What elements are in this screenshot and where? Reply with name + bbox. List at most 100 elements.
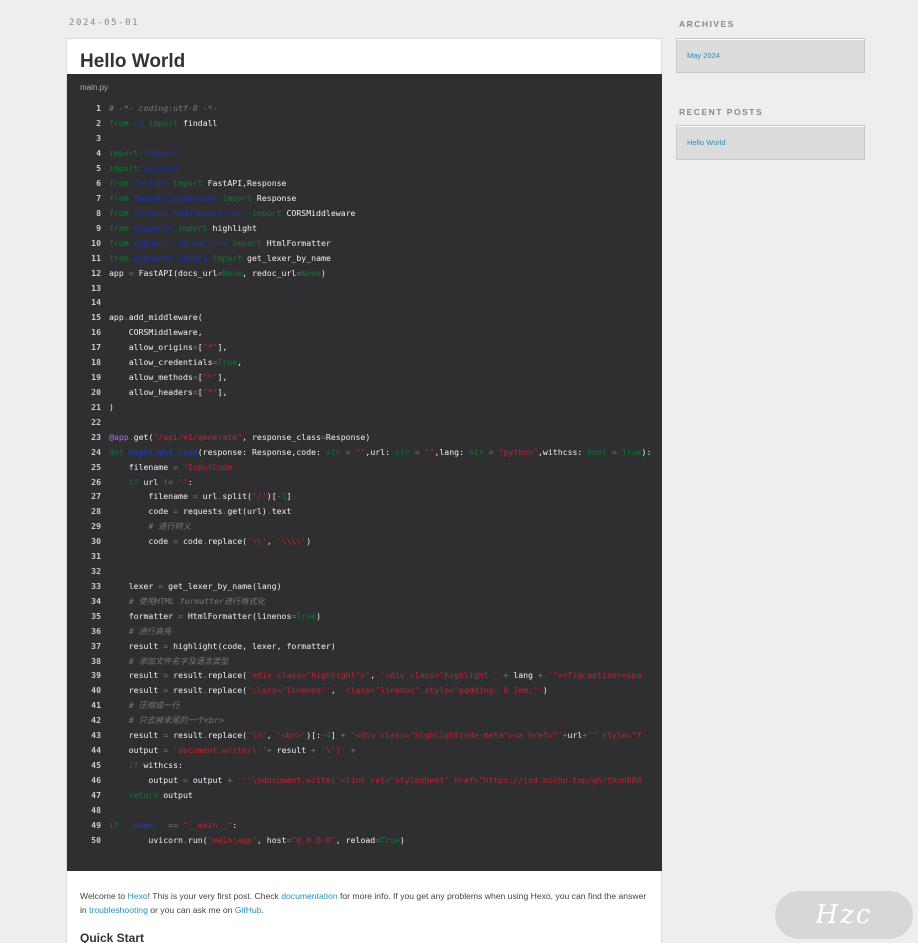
- code-text: @app.get("/api/v1/generate", response_cl…: [101, 432, 370, 442]
- code-token: get_lexer_by_name(lang): [163, 580, 282, 591]
- code-token: # 进行转义: [148, 521, 192, 532]
- code-text: result = highlight(code, lexer, formatte…: [101, 641, 336, 651]
- code-line: 26 if url != "":: [67, 474, 662, 489]
- line-number: 11: [91, 252, 101, 263]
- code-token: replace(: [207, 685, 248, 696]
- code-token: FastAPI,Response: [202, 178, 287, 189]
- archive-link-may-2024[interactable]: May 2024: [687, 51, 720, 60]
- troubleshooting-link[interactable]: troubleshooting: [89, 905, 148, 915]
- line-number: 25: [91, 461, 101, 472]
- code-text: filename = 'InputCode': [101, 462, 238, 472]
- code-token: from: [109, 178, 129, 189]
- code-token: url: [138, 476, 164, 487]
- code-token: lexer: [109, 580, 159, 591]
- post-title[interactable]: Hello World: [80, 51, 185, 73]
- code-text: app.add_middleware(: [101, 312, 203, 322]
- code-token: from: [109, 192, 129, 203]
- code-text: filename = url.split('/')[-1]: [101, 491, 291, 501]
- line-number: 24: [91, 446, 101, 457]
- recent-post-link-hello-world[interactable]: Hello World: [687, 138, 726, 147]
- line-number: 32: [91, 566, 101, 577]
- code-token: import: [173, 178, 203, 189]
- code-token: lang: [508, 670, 538, 681]
- code-token: ,withcss:: [538, 446, 588, 457]
- code-text: # 添加文件名字及语言类型: [101, 655, 229, 667]
- line-number: 33: [91, 580, 101, 591]
- code-token: re: [133, 118, 144, 129]
- code-token: import: [232, 237, 262, 248]
- code-token: , response_class: [242, 431, 321, 442]
- line-number: 39: [91, 670, 101, 681]
- code-line: 5 import uvicorn: [67, 161, 662, 176]
- code-token: ): [316, 610, 321, 621]
- code-token: pygments.lexers: [133, 252, 208, 263]
- code-line: 9 from pygments import highlight: [67, 220, 662, 235]
- line-number: 18: [91, 357, 101, 368]
- code-text: from pygments.formatters import HtmlForm…: [101, 238, 331, 248]
- code-line: 16 CORSMiddleware,: [67, 325, 662, 340]
- code-line: 48: [67, 802, 662, 817]
- hexo-link[interactable]: Hexo: [128, 891, 148, 901]
- archives-widget: May 2024: [676, 38, 865, 73]
- code-token: ):: [641, 446, 652, 457]
- code-token: bool: [587, 446, 608, 457]
- code-token: 'document.write(\'': [173, 745, 267, 756]
- code-token: from: [109, 252, 129, 263]
- code-token: ): [542, 685, 548, 696]
- code-line: 17 allow_origins=["*"],: [67, 340, 662, 355]
- code-token: requests: [143, 148, 183, 159]
- intro-text: .: [261, 905, 264, 915]
- code-token: '''\ndocument.write('<link rel="styleshe…: [237, 774, 642, 785]
- code-token: pygments.formatters: [133, 237, 228, 248]
- code-token: code: [109, 506, 174, 517]
- documentation-link[interactable]: documentation: [281, 891, 337, 901]
- code-token: ,url:: [365, 446, 395, 457]
- code-token: import: [148, 118, 179, 129]
- code-text: from fastapi import FastAPI,Response: [101, 178, 287, 188]
- code-line: 23 @app.get("/api/v1/generate", response_…: [67, 429, 662, 444]
- watermark-logo: Hzc: [775, 891, 913, 939]
- code-token: '<div class="highlightcode-meta"><a href…: [350, 730, 563, 741]
- code-line: 3: [67, 131, 662, 146]
- code-token: :: [232, 819, 238, 830]
- code-token: import: [178, 222, 208, 233]
- code-token: True: [380, 834, 400, 845]
- code-token: '<div class="highlight ': [380, 670, 499, 681]
- code-line: 37 result = highlight(code, lexer, forma…: [67, 638, 662, 653]
- code-token: HtmlFormatter: [261, 237, 331, 248]
- code-token: ): [306, 536, 312, 547]
- code-token: fastapi: [133, 178, 169, 189]
- code-token: result: [109, 730, 164, 741]
- code-text: allow_credentials=True,: [101, 357, 242, 367]
- code-line: 38 # 添加文件名字及语言类型: [67, 653, 662, 668]
- code-token: 'class="linenos"': [247, 685, 331, 696]
- code-line: 44 output = 'document.write(\''+ result …: [67, 743, 662, 758]
- code-text: if __name__ == "__main__":: [101, 820, 237, 830]
- code-token: output: [109, 745, 164, 756]
- code-line: 13: [67, 280, 662, 295]
- line-number: 7: [96, 192, 101, 203]
- code-text: import requests: [101, 148, 183, 158]
- code-token: get(url): [227, 506, 267, 517]
- code-text: from fastapi.middleware.cors import CORS…: [101, 208, 356, 218]
- code-line: 40 result = result.replace('class="linen…: [67, 683, 662, 698]
- post-card: Hello World main.py 1 # -*- coding:utf-8 …: [66, 38, 662, 943]
- code-text: if withcss:: [101, 760, 183, 770]
- code-token: filename: [109, 491, 193, 502]
- line-number: 40: [91, 685, 101, 696]
- github-link[interactable]: GitHub: [235, 905, 262, 915]
- code-token: FastAPI(docs_url: [133, 267, 218, 278]
- code-token: url: [197, 491, 218, 502]
- line-number: 44: [91, 745, 101, 756]
- code-text: allow_headers=["*"],: [101, 387, 228, 397]
- code-token: ,lang:: [434, 446, 469, 457]
- code-token: # 压缩成一行: [128, 700, 180, 711]
- line-number: 45: [91, 760, 101, 771]
- code-token: add_middleware(: [128, 312, 203, 323]
- code-text: # 只去掉末尾的一个<br>: [101, 714, 224, 726]
- code-line: 49 if __name__ == "__main__":: [67, 817, 662, 832]
- code-line: 46 output = output + '''\ndocument.write…: [67, 772, 662, 787]
- code-line: 43 result = result.replace('\n', '<br>')…: [67, 728, 662, 743]
